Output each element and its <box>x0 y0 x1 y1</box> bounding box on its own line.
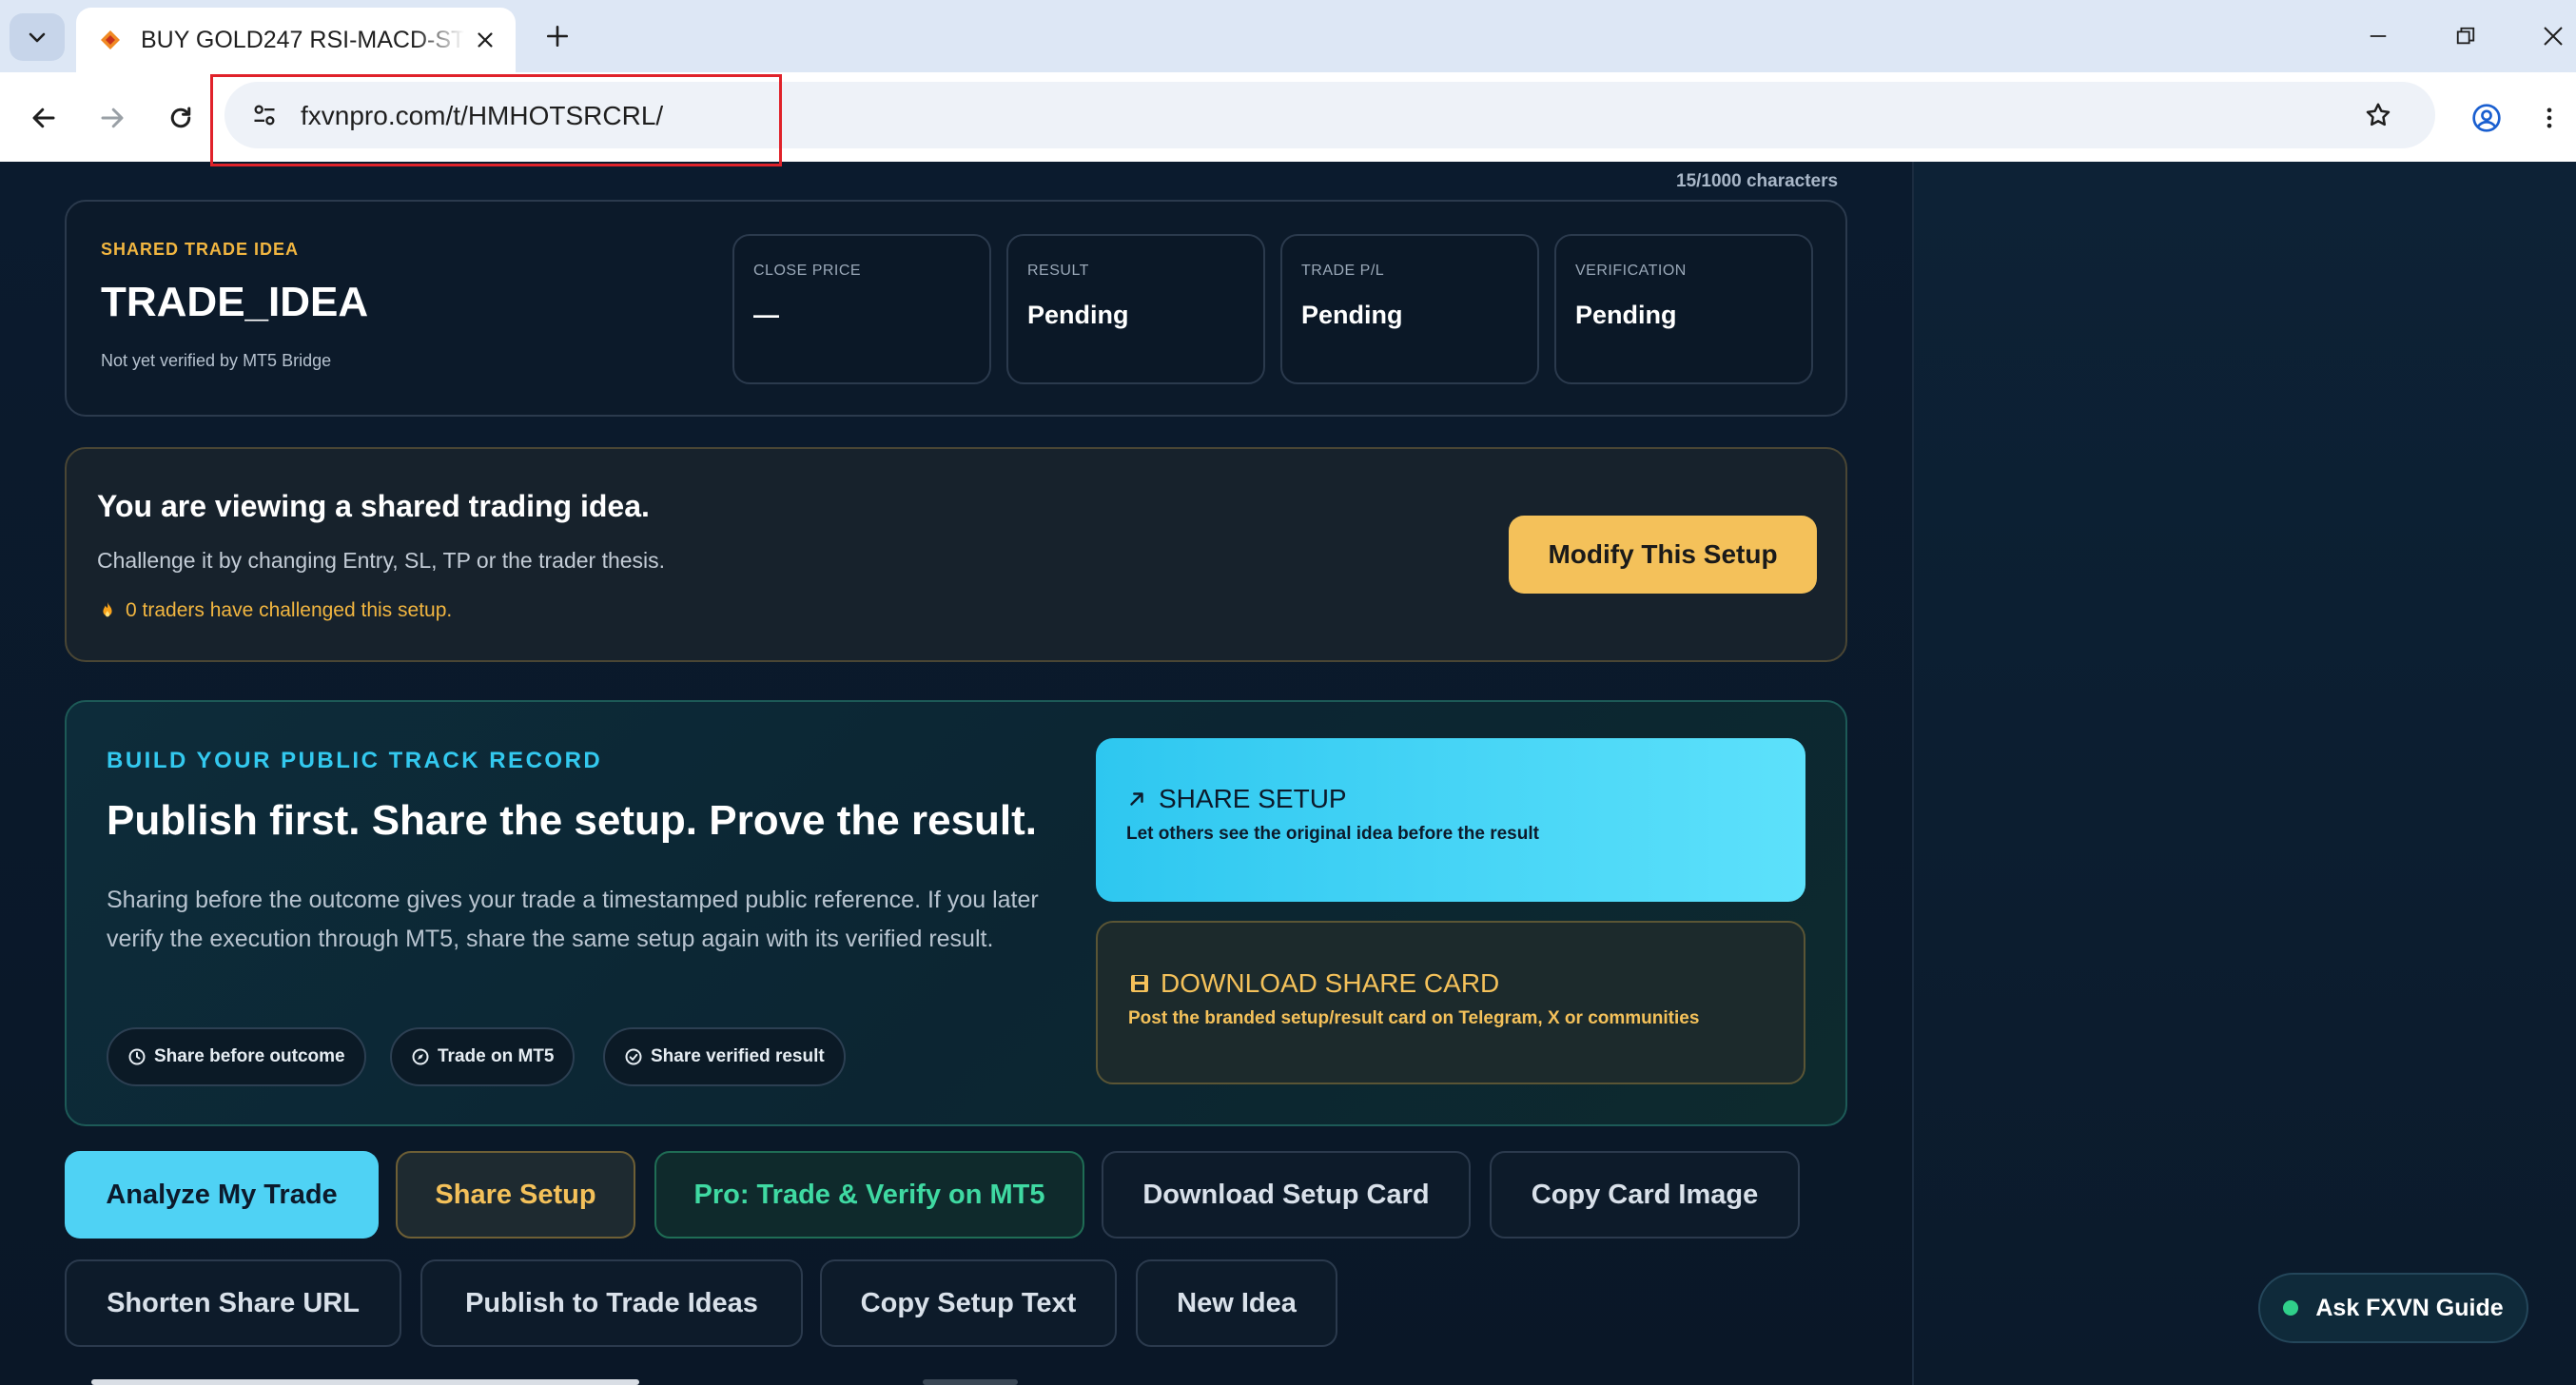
stat-label: TRADE P/L <box>1301 263 1385 279</box>
floppy-disk-icon <box>1131 975 1148 992</box>
stat-result: RESULT Pending <box>1006 234 1265 384</box>
browser-tab-active[interactable]: BUY GOLD247 RSI-MACD-STOC <box>76 8 516 72</box>
horizontal-scrollbar-thumb[interactable] <box>91 1379 639 1385</box>
pill-share-verified-result: Share verified result <box>603 1027 846 1086</box>
site-favicon-icon <box>101 30 120 49</box>
summary-eyebrow: SHARED TRADE IDEA <box>101 240 300 259</box>
right-side-panel <box>1912 162 2576 1385</box>
forward-arrow-icon[interactable] <box>89 95 135 141</box>
verified-check-icon <box>625 1048 642 1065</box>
ask-guide-label: Ask FXVN Guide <box>2315 1294 2504 1321</box>
track-eyebrow: BUILD YOUR PUBLIC TRACK RECORD <box>107 748 603 773</box>
character-counter: 15/1000 characters <box>1676 171 1839 191</box>
profile-avatar-icon[interactable] <box>2464 95 2509 141</box>
challenge-count: 0 traders have challenged this setup. <box>97 599 452 622</box>
share-setup-button[interactable]: Share Setup <box>396 1151 635 1239</box>
copy-setup-text-button[interactable]: Copy Setup Text <box>820 1259 1117 1347</box>
compass-icon <box>412 1048 429 1065</box>
track-record-card: BUILD YOUR PUBLIC TRACK RECORD Publish f… <box>65 700 1847 1126</box>
track-title: Publish first. Share the setup. Prove th… <box>107 797 1038 844</box>
ask-fxvn-guide-button[interactable]: Ask FXVN Guide <box>2258 1273 2528 1343</box>
arrow-up-right-icon <box>1130 792 1143 806</box>
restore-window-icon[interactable] <box>2447 17 2485 55</box>
browser-tabstrip: BUY GOLD247 RSI-MACD-STOC <box>0 0 2576 72</box>
url-highlight-box <box>210 74 782 166</box>
challenge-title: You are viewing a shared trading idea. <box>97 489 650 523</box>
stat-verification: VERIFICATION Pending <box>1554 234 1813 384</box>
bookmark-star-icon[interactable] <box>2355 92 2401 138</box>
verification-note: Not yet verified by MT5 Bridge <box>101 351 332 370</box>
page-content: 15/1000 characters SHARED TRADE IDEA TRA… <box>0 162 2576 1385</box>
pro-trade-verify-button[interactable]: Pro: Trade & Verify on MT5 <box>654 1151 1084 1239</box>
pill-trade-on-mt5: Trade on MT5 <box>390 1027 576 1086</box>
stat-value: — <box>753 301 779 329</box>
modify-setup-button[interactable]: Modify This Setup <box>1509 516 1817 594</box>
stat-value: Pending <box>1027 301 1129 329</box>
new-tab-plus-icon[interactable] <box>538 17 576 55</box>
challenge-card: You are viewing a shared trading idea. C… <box>65 447 1847 662</box>
reload-icon[interactable] <box>158 95 204 141</box>
share-setup-card-subtitle: Let others see the original idea before … <box>1126 824 1539 844</box>
share-setup-card-button[interactable]: SHARE SETUP Let others see the original … <box>1096 738 1805 902</box>
challenge-subtitle: Challenge it by changing Entry, SL, TP o… <box>97 548 666 573</box>
stat-value: Pending <box>1575 301 1677 329</box>
shared-trade-summary-card: SHARED TRADE IDEA TRADE_IDEA Not yet ver… <box>65 200 1847 417</box>
tab-close-icon[interactable] <box>472 27 498 53</box>
chevron-down-icon <box>29 32 46 43</box>
challenge-count-text: 0 traders have challenged this setup. <box>126 599 453 621</box>
stat-value: Pending <box>1301 301 1403 329</box>
trade-idea-title: TRADE_IDEA <box>101 279 369 325</box>
new-idea-button[interactable]: New Idea <box>1136 1259 1337 1347</box>
share-setup-card-title: SHARE SETUP <box>1159 784 1347 813</box>
pill-share-before-outcome: Share before outcome <box>107 1027 366 1086</box>
horizontal-scrollbar-marker <box>923 1379 1018 1385</box>
clock-icon <box>128 1048 146 1065</box>
analyze-my-trade-button[interactable]: Analyze My Trade <box>65 1151 379 1239</box>
download-setup-card-button[interactable]: Download Setup Card <box>1102 1151 1471 1239</box>
download-card-subtitle: Post the branded setup/result card on Te… <box>1128 1008 1700 1028</box>
pill-label: Share verified result <box>651 1046 825 1066</box>
stat-close-price: CLOSE PRICE — <box>732 234 991 384</box>
shorten-share-url-button[interactable]: Shorten Share URL <box>65 1259 401 1347</box>
stat-label: VERIFICATION <box>1575 263 1687 279</box>
stat-trade-pl: TRADE P/L Pending <box>1280 234 1539 384</box>
back-arrow-icon[interactable] <box>21 95 67 141</box>
publish-to-trade-ideas-button[interactable]: Publish to Trade Ideas <box>420 1259 803 1347</box>
stat-label: RESULT <box>1027 263 1089 279</box>
flame-icon <box>103 601 112 617</box>
pill-label: Trade on MT5 <box>438 1046 555 1066</box>
tab-title: BUY GOLD247 RSI-MACD-STOC <box>141 26 464 53</box>
download-share-card-button[interactable]: DOWNLOAD SHARE CARD Post the branded set… <box>1096 921 1805 1084</box>
minimize-window-icon[interactable] <box>2359 17 2397 55</box>
close-window-icon[interactable] <box>2534 17 2572 55</box>
download-card-title: DOWNLOAD SHARE CARD <box>1161 968 1500 998</box>
online-status-dot-icon <box>2283 1300 2299 1316</box>
track-description: Sharing before the outcome gives your tr… <box>107 887 1039 952</box>
stat-label: CLOSE PRICE <box>753 263 862 279</box>
pill-label: Share before outcome <box>154 1046 345 1066</box>
browser-menu-kebab-icon[interactable] <box>2530 95 2568 141</box>
copy-card-image-button[interactable]: Copy Card Image <box>1490 1151 1800 1239</box>
tab-search-button[interactable] <box>10 13 65 61</box>
